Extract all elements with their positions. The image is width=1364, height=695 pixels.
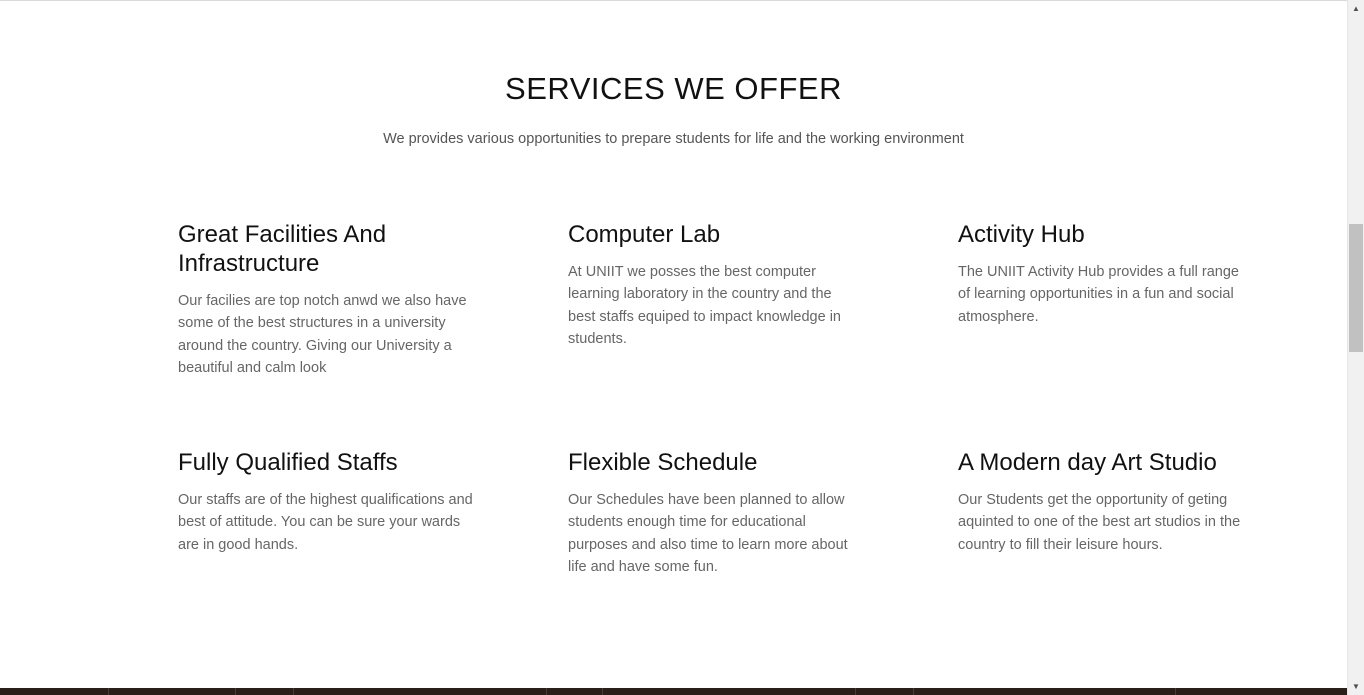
service-title: A Modern day Art Studio: [958, 449, 1217, 476]
service-card-computer-lab: Computer Lab At UNIIT we posses the best…: [568, 220, 853, 351]
footer-divider: [546, 688, 547, 695]
footer-divider: [108, 688, 109, 695]
section-subtitle: We provides various opportunities to pre…: [383, 131, 964, 147]
service-description: Our staffs are of the highest qualificat…: [178, 492, 473, 553]
service-description: The UNIIT Activity Hub provides a full r…: [958, 264, 1239, 325]
service-card-flexible-schedule: Flexible Schedule Our Schedules have bee…: [568, 448, 853, 579]
section-title: SERVICES WE OFFER: [505, 71, 842, 106]
service-description: At UNIIT we posses the best computer lea…: [568, 264, 841, 348]
footer-divider: [913, 688, 914, 695]
footer-divider: [602, 688, 603, 695]
services-page: SERVICES WE OFFER We provides various op…: [0, 0, 1347, 695]
service-description: Our Students get the opportunity of geti…: [958, 492, 1241, 553]
service-title: Activity Hub: [958, 221, 1085, 248]
footer-divider: [855, 688, 856, 695]
service-card-art-studio: A Modern day Art Studio Our Students get…: [958, 448, 1248, 556]
service-description: Our facilies are top notch anwd we also …: [178, 293, 467, 377]
service-card-facilities: Great Facilities And Infrastructure Our …: [178, 220, 473, 380]
scroll-thumb[interactable]: [1349, 224, 1363, 352]
scroll-up-icon[interactable]: ▲: [1348, 0, 1364, 17]
service-title: Computer Lab: [568, 221, 721, 248]
service-title: Fully Qualified Staffs: [178, 449, 398, 476]
scroll-down-icon[interactable]: ▼: [1348, 678, 1364, 695]
service-title: Flexible Schedule: [568, 449, 758, 476]
footer-divider: [1175, 688, 1176, 695]
footer-edge: [0, 688, 1347, 695]
section-divider: [0, 0, 1347, 1]
footer-divider: [293, 688, 294, 695]
service-title: Great Facilities And Infrastructure: [178, 221, 387, 277]
browser-viewport: SERVICES WE OFFER We provides various op…: [0, 0, 1364, 695]
service-card-qualified-staffs: Fully Qualified Staffs Our staffs are of…: [178, 448, 473, 556]
vertical-scrollbar[interactable]: ▲ ▼: [1347, 0, 1364, 695]
footer-divider: [235, 688, 236, 695]
service-card-activity-hub: Activity Hub The UNIIT Activity Hub prov…: [958, 220, 1248, 328]
service-description: Our Schedules have been planned to allow…: [568, 492, 848, 576]
